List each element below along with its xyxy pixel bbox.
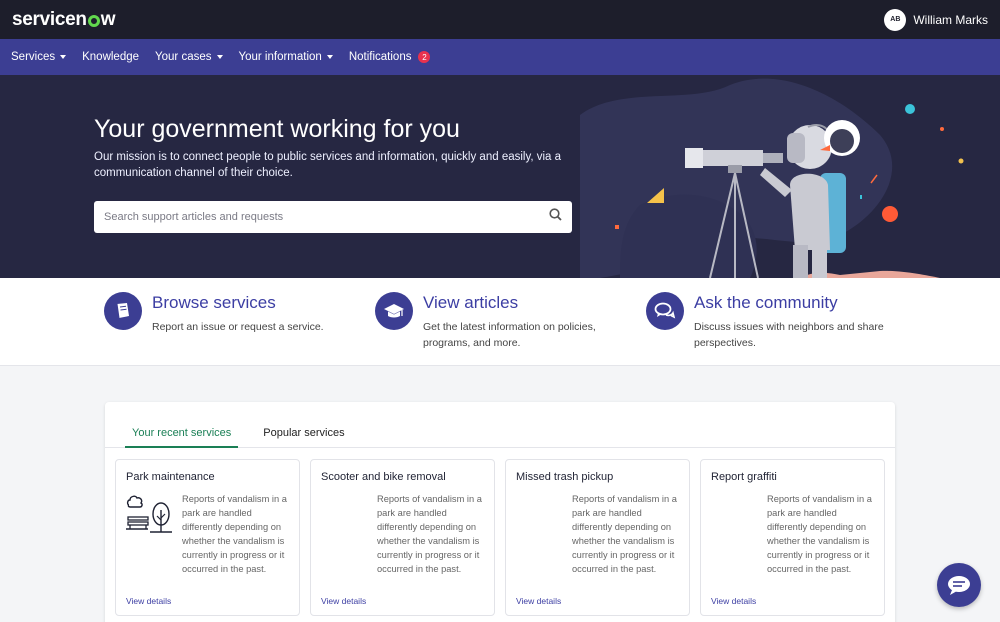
feature-description: Get the latest information on policies, … xyxy=(423,321,596,349)
notification-badge: 2 xyxy=(418,51,431,63)
service-card-report-graffiti[interactable]: Report graffiti Reports of vandalism in … xyxy=(700,459,885,616)
feature-title[interactable]: Browse services xyxy=(152,293,362,313)
caret-down-icon xyxy=(216,55,223,59)
view-details-link[interactable]: View details xyxy=(321,596,366,606)
feature-description: Discuss issues with neighbors and share … xyxy=(694,321,884,349)
hero-subtitle: Our mission is to connect people to publ… xyxy=(94,151,562,179)
nav-label: Notifications xyxy=(348,51,412,63)
hero-banner: Your government working for you Our miss… xyxy=(0,75,1000,278)
services-panel: Your recent services Popular services Pa… xyxy=(105,402,895,622)
nav-your-cases[interactable]: Your cases xyxy=(155,51,223,63)
chat-icon xyxy=(948,576,970,595)
nav-your-information[interactable]: Your information xyxy=(239,51,333,63)
logo-text-end: w xyxy=(100,8,116,30)
servicenow-logo[interactable]: servicen w xyxy=(12,8,116,31)
nav-notifications[interactable]: Notifications 2 xyxy=(349,51,431,63)
view-details-link[interactable]: View details xyxy=(711,596,756,606)
view-details-link[interactable]: View details xyxy=(516,596,561,606)
avatar[interactable]: AB xyxy=(884,8,907,31)
card-title[interactable]: Report graffiti xyxy=(711,471,777,483)
card-description: Reports of vandalism in a park are handl… xyxy=(572,494,677,574)
hero-illustration xyxy=(580,78,964,278)
feature-row: Browse services Report an issue or reque… xyxy=(0,278,1000,366)
card-description: Reports of vandalism in a park are handl… xyxy=(377,494,482,574)
top-bar: servicen w AB William Marks xyxy=(0,0,1000,39)
main-nav: Services Knowledge Your cases Your infor… xyxy=(0,39,1000,75)
view-details-link[interactable]: View details xyxy=(126,596,171,606)
service-card-park-maintenance[interactable]: Park maintenance Reports of vandalism in… xyxy=(115,459,300,616)
logo-text: servicen xyxy=(12,8,87,30)
tab-popular-services[interactable]: Popular services xyxy=(256,402,351,448)
feature-ask-community[interactable]: Ask the community Discuss issues with ne… xyxy=(646,292,904,351)
nav-label: Your information xyxy=(238,51,322,63)
nav-services[interactable]: Services xyxy=(11,51,67,63)
park-icon xyxy=(126,495,172,533)
card-description: Reports of vandalism in a park are handl… xyxy=(182,494,287,574)
logo-o-mark xyxy=(87,14,100,27)
chat-button[interactable] xyxy=(937,563,981,607)
feature-browse-services[interactable]: Browse services Report an issue or reque… xyxy=(104,292,362,335)
card-title[interactable]: Scooter and bike removal xyxy=(321,471,446,483)
user-menu[interactable]: AB William Marks xyxy=(884,8,988,31)
graduation-cap-icon xyxy=(375,292,413,330)
card-description: Reports of vandalism in a park are handl… xyxy=(767,494,872,574)
service-card-missed-trash-pickup[interactable]: Missed trash pickup Reports of vandalism… xyxy=(505,459,690,616)
card-title[interactable]: Missed trash pickup xyxy=(516,471,613,483)
search-input[interactable] xyxy=(104,211,549,223)
nav-knowledge[interactable]: Knowledge xyxy=(82,51,139,63)
search-icon[interactable] xyxy=(549,208,562,226)
chat-bubbles-icon xyxy=(646,292,684,330)
feature-title[interactable]: View articles xyxy=(423,293,633,313)
caret-down-icon xyxy=(326,55,333,59)
nav-label: Services xyxy=(11,51,56,63)
card-title[interactable]: Park maintenance xyxy=(126,471,215,483)
search-box[interactable] xyxy=(94,201,572,233)
nav-label: Your cases xyxy=(155,51,212,63)
tab-recent-services[interactable]: Your recent services xyxy=(125,402,239,448)
caret-down-icon xyxy=(60,55,67,59)
service-card-scooter-bike-removal[interactable]: Scooter and bike removal Reports of vand… xyxy=(310,459,495,616)
services-tabs: Your recent services Popular services xyxy=(105,402,895,448)
user-name[interactable]: William Marks xyxy=(913,13,988,27)
hero-title: Your government working for you xyxy=(94,115,460,143)
feature-view-articles[interactable]: View articles Get the latest information… xyxy=(375,292,633,351)
feature-title[interactable]: Ask the community xyxy=(694,293,904,313)
feature-description: Report an issue or request a service. xyxy=(152,321,324,333)
nav-label: Knowledge xyxy=(82,51,140,63)
book-icon xyxy=(104,292,142,330)
